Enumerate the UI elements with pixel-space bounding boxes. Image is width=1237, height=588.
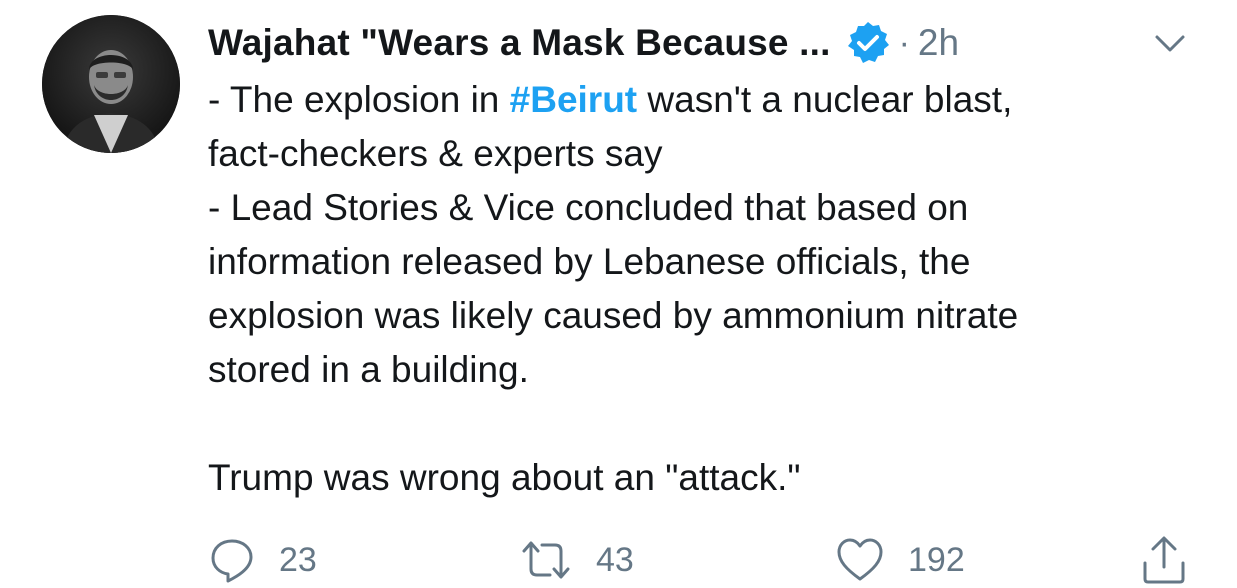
separator-dot: · — [898, 23, 910, 62]
tweet-header: Wajahat "Wears a Mask Because ... · 2h — [208, 18, 959, 68]
tweet-text-line: information released by Lebanese officia… — [208, 241, 971, 282]
hashtag-link[interactable]: #Beirut — [510, 79, 637, 120]
reply-button[interactable]: 23 — [209, 532, 317, 588]
tweet-text-line: - The explosion in #Beirut wasn't a nucl… — [208, 73, 1218, 127]
tweet-text-line: fact-checkers & experts say — [208, 133, 663, 174]
tweet-text-line: stored in a building. — [208, 349, 529, 390]
tweet-actions: 23 43 192 — [0, 532, 1237, 588]
avatar[interactable] — [42, 15, 180, 153]
text-segment: - The explosion in — [208, 79, 510, 120]
text-segment: wasn't a nuclear blast, — [637, 79, 1013, 120]
author-display-name[interactable]: Wajahat "Wears a Mask Because ... — [208, 22, 831, 64]
tweet-text: - The explosion in #Beirut wasn't a nucl… — [208, 73, 1218, 505]
avatar-photo — [42, 15, 180, 153]
share-icon — [1143, 536, 1185, 584]
retweet-button[interactable]: 43 — [520, 532, 634, 588]
like-button[interactable]: 192 — [836, 532, 965, 588]
like-count: 192 — [908, 540, 965, 579]
tweet-timestamp[interactable]: 2h — [918, 22, 959, 64]
share-button[interactable] — [1140, 532, 1188, 588]
retweet-count: 43 — [596, 540, 634, 579]
retweet-icon — [522, 541, 570, 579]
tweet-text-line: - Lead Stories & Vice concluded that bas… — [208, 187, 969, 228]
verified-badge-icon — [845, 20, 891, 66]
tweet-text-line: explosion was likely caused by ammonium … — [208, 295, 1019, 336]
reply-icon — [211, 539, 253, 583]
reply-count: 23 — [279, 540, 317, 579]
chevron-down-icon[interactable] — [1152, 28, 1188, 58]
heart-icon — [837, 538, 883, 581]
tweet-text-line: Trump was wrong about an "attack." — [208, 457, 801, 498]
